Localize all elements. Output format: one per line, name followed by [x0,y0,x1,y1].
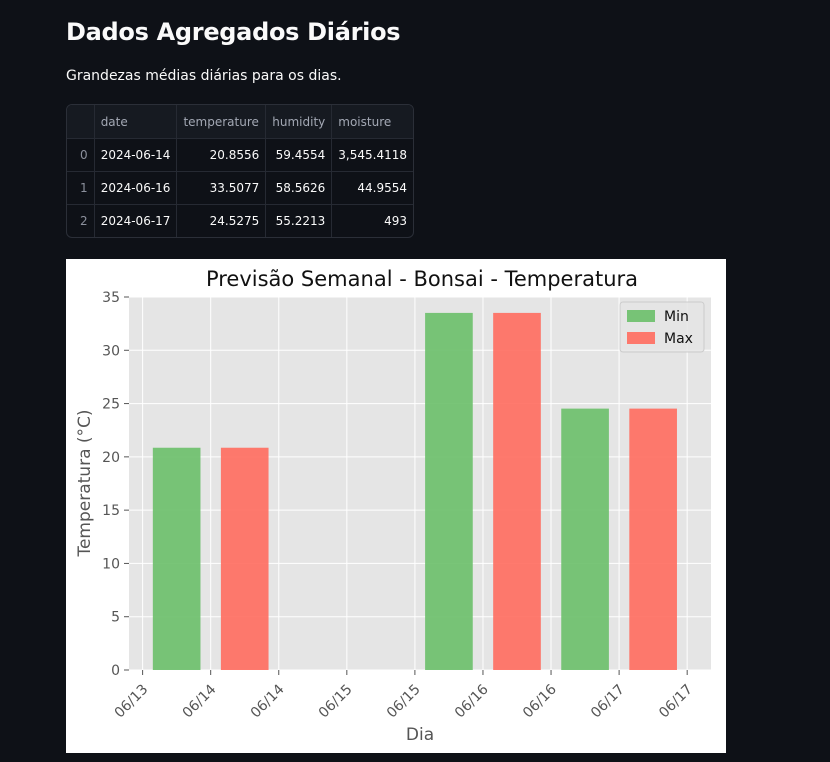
y-axis-label: Temperatura (°C) [75,409,95,557]
x-tick-label: 06/13 [112,682,152,722]
bar-max [629,408,677,670]
chart-title: Previsão Semanal - Bonsai - Temperatura [206,267,638,291]
legend-label-min: Min [664,309,689,325]
y-tick-label: 30 [102,343,120,359]
cell-date[interactable]: 2024-06-14 [94,138,178,172]
x-tick-label: 06/15 [384,682,424,722]
y-tick-label: 5 [111,610,120,626]
y-tick-label: 15 [102,503,120,519]
column-header-moisture[interactable]: moisture [331,105,413,139]
column-header-date[interactable]: date [94,105,178,139]
column-header-index[interactable] [67,105,95,139]
cell-moisture[interactable]: 3,545.4118 [331,138,413,172]
cell-moisture[interactable]: 493 [332,205,413,238]
bar-max [220,447,269,670]
table-row: 0 2024-06-14 20.8556 59.4554 3,545.4118 [67,138,413,172]
page-title: Dados Agregados Diários [66,18,401,46]
cell-temperature[interactable]: 24.5275 [176,204,267,237]
cell-date[interactable]: 2024-06-16 [94,171,178,205]
y-tick-label: 35 [102,290,120,306]
x-axis-label: Dia [406,725,434,745]
table-header-row: date temperature humidity moisture [67,105,413,139]
row-index: 0 [67,138,95,172]
cell-humidity[interactable]: 58.5626 [265,171,333,205]
cell-temperature[interactable]: 33.5077 [176,171,267,205]
y-tick-label: 20 [102,450,120,466]
cell-humidity[interactable]: 59.4554 [265,138,333,172]
row-index: 2 [67,204,95,237]
row-index: 1 [67,171,95,205]
column-header-humidity[interactable]: humidity [265,105,333,139]
y-tick-label: 10 [102,556,120,572]
bar-min [425,312,473,670]
temperature-chart: 0 5 10 15 20 25 30 35 06/13 06/14 06/14 06/15 06/15 0… [66,259,726,753]
bar-max [493,312,541,670]
legend-swatch-min [627,310,655,322]
table-row: 2 2024-06-17 24.5275 55.2213 493 [67,204,413,238]
y-tick-label: 25 [102,397,120,413]
cell-humidity[interactable]: 55.2213 [265,204,333,237]
plot-background [129,297,711,670]
cell-date[interactable]: 2024-06-17 [94,204,178,237]
x-tick-label: 06/14 [180,681,220,721]
x-tick-label: 06/16 [452,681,492,721]
page-subtitle: Grandezas médias diárias para os dias. [66,68,342,84]
cell-moisture[interactable]: 44.9554 [331,171,413,205]
column-header-temperature[interactable]: temperature [176,105,267,139]
table-row: 1 2024-06-16 33.5077 58.5626 44.9554 [67,171,413,205]
y-tick-label: 0 [111,663,120,679]
legend-label-max: Max [664,331,693,347]
bar-min [152,447,201,670]
x-tick-label: 06/17 [588,682,628,722]
x-tick-label: 06/17 [656,682,696,722]
data-table[interactable]: date temperature humidity moisture 0 202… [66,104,414,238]
chart-svg: 0 5 10 15 20 25 30 35 06/13 06/14 06/14 06/15 06/15 0… [75,267,711,745]
x-tick-label: 06/16 [520,681,560,721]
legend-swatch-max [627,332,655,344]
x-tick-label: 06/14 [248,681,288,721]
bar-min [561,408,609,670]
cell-temperature[interactable]: 20.8556 [176,138,267,172]
x-tick-label: 06/15 [316,682,356,722]
